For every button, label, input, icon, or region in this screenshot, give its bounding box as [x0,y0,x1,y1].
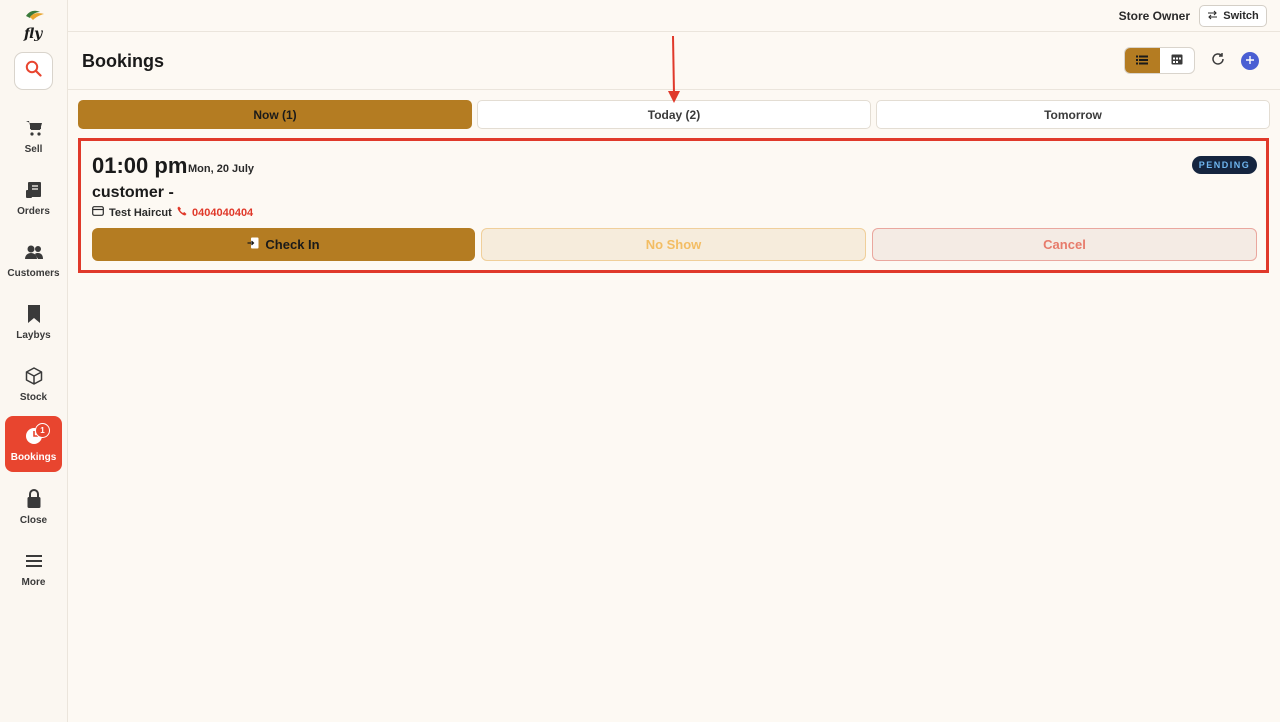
box-icon [24,366,44,386]
sign-in-icon [247,237,259,252]
svg-text:fly: fly [23,26,43,42]
nav-item-orders[interactable]: Orders [5,170,62,226]
calendar-icon [1171,52,1183,70]
customer-name: customer - [92,184,174,201]
nav-label: Stock [19,392,48,403]
swap-icon [1207,10,1218,23]
cart-icon [24,118,44,138]
bookmark-icon [24,304,44,324]
service-info: Test Haircut [92,206,172,219]
no-show-button[interactable]: No Show [481,228,866,261]
top-bar: Store Owner Switch [68,0,1280,32]
check-in-button[interactable]: Check In [92,228,475,261]
booking-date: Mon, 20 July [188,163,255,175]
plus-icon [1245,52,1255,70]
list-view-button[interactable] [1125,48,1160,73]
tab-today[interactable]: Today (2) [477,100,871,129]
nav-label: Bookings [10,452,57,463]
booking-card[interactable]: 01:00 pm Mon, 20 July customer - Test Ha… [78,138,1269,273]
phone-number: 0404040404 [192,206,254,219]
phone-icon [177,206,187,219]
search-icon [25,60,42,82]
service-icon [92,206,104,219]
users-icon [24,242,44,262]
add-booking-button[interactable] [1241,52,1259,70]
nav-item-sell[interactable]: Sell [5,108,62,164]
lock-icon [24,489,44,509]
search-button[interactable] [14,52,53,90]
nav-item-more[interactable]: More [5,541,62,597]
switch-label: Switch [1223,10,1259,22]
nav-item-laybys[interactable]: Laybys [5,294,62,350]
cancel-button[interactable]: Cancel [872,228,1257,261]
tab-tomorrow[interactable]: Tomorrow [876,100,1270,129]
nav-item-customers[interactable]: Customers [5,232,62,288]
nav-label: Close [19,515,48,526]
check-in-label: Check In [265,237,320,252]
phone-info[interactable]: 0404040404 [177,206,253,219]
fly-logo[interactable]: fly [16,8,50,42]
switch-button[interactable]: Switch [1199,5,1267,27]
status-badge: PENDING [1192,156,1257,174]
booking-time: 01:00 pm [92,153,188,178]
view-toggle [1124,47,1195,74]
notification-badge: 1 [35,423,50,438]
nav-label: Orders [17,206,50,217]
page-title: Bookings [82,51,165,71]
service-name: Test Haircut [109,206,172,219]
nav-item-close[interactable]: Close [5,479,62,535]
nav-item-bookings[interactable]: 1 Bookings [5,416,62,472]
sidebar: fly Sell Orders Customers Laybys Stock 1… [0,0,68,722]
nav-item-stock[interactable]: Stock [5,356,62,412]
menu-icon [24,551,44,571]
user-role-label: Store Owner [1118,9,1190,23]
nav-label: More [21,577,46,588]
annotation-arrow [668,35,680,103]
receipt-icon [24,180,44,200]
refresh-button[interactable] [1208,51,1228,71]
refresh-icon [1211,52,1225,71]
tab-now[interactable]: Now (1) [78,100,472,129]
nav-label: Sell [24,144,43,155]
nav-label: Customers [7,268,60,279]
calendar-view-button[interactable] [1160,48,1195,73]
list-icon [1136,52,1149,70]
nav-label: Laybys [16,330,51,341]
